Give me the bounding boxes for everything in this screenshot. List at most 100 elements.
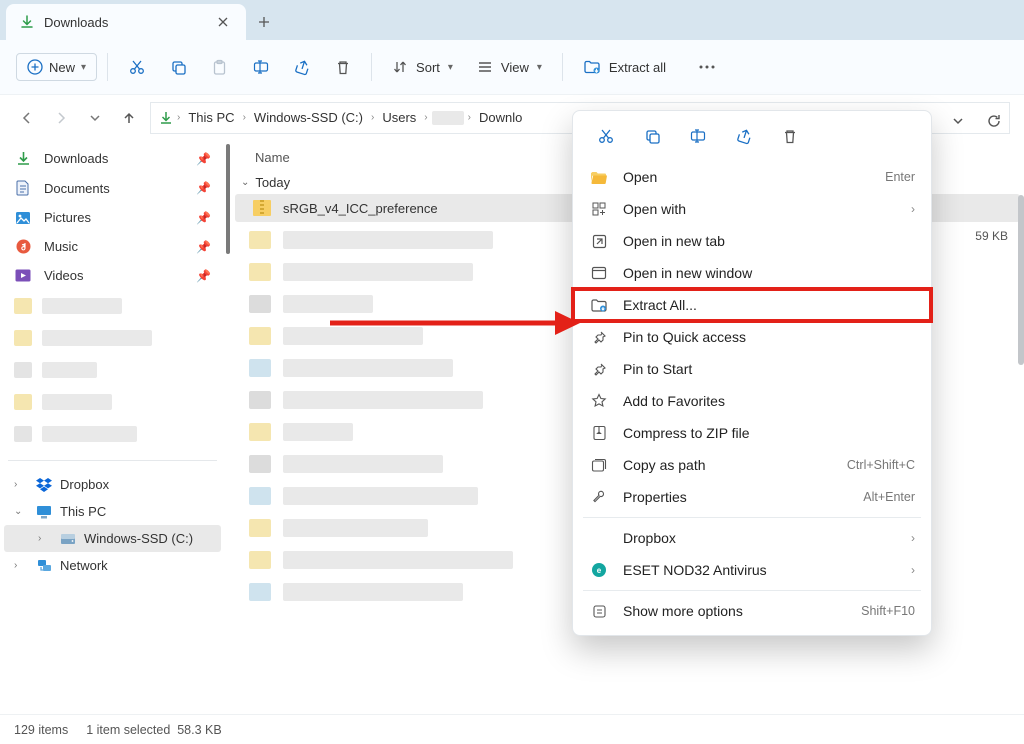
- sort-button[interactable]: Sort ▾: [382, 53, 463, 81]
- chevron-right-icon[interactable]: ›: [38, 533, 52, 544]
- ctx-eset[interactable]: e ESET NOD32 Antivirus ›: [573, 554, 931, 586]
- ctx-open-new-tab[interactable]: Open in new tab: [573, 225, 931, 257]
- chevron-down-icon[interactable]: ⌄: [14, 506, 28, 517]
- view-label: View: [501, 60, 529, 75]
- ctx-copy-button[interactable]: [633, 121, 671, 151]
- plus-circle-icon: [27, 59, 43, 75]
- ctx-shortcut: Shift+F10: [861, 604, 915, 618]
- folder-open-icon: [589, 170, 609, 185]
- chevron-right-icon[interactable]: ›: [424, 112, 427, 123]
- ctx-properties[interactable]: Properties Alt+Enter: [573, 481, 931, 513]
- pin-icon: 📌: [196, 152, 211, 166]
- sidebar-tree-label: This PC: [60, 504, 106, 519]
- chevron-right-icon[interactable]: ›: [14, 560, 28, 571]
- share-button[interactable]: [284, 53, 321, 82]
- chevron-right-icon[interactable]: ›: [14, 479, 28, 490]
- download-arrow-icon: [159, 111, 173, 125]
- ctx-label: Copy as path: [623, 457, 706, 473]
- sidebar-tree-network[interactable]: › Network: [0, 552, 225, 579]
- cut-button[interactable]: [118, 52, 156, 82]
- group-label: Today: [255, 175, 290, 190]
- ctx-open[interactable]: Open Enter: [573, 161, 931, 193]
- open-with-icon: [589, 201, 609, 217]
- ctx-label: ESET NOD32 Antivirus: [623, 562, 767, 578]
- forward-button: [48, 105, 74, 131]
- ellipsis-icon: [698, 64, 716, 70]
- crumb-this-pc[interactable]: This PC: [184, 108, 238, 127]
- recent-button[interactable]: [82, 105, 108, 131]
- tab-title: Downloads: [44, 15, 108, 30]
- ctx-label: Extract All...: [623, 297, 697, 313]
- new-window-icon: [589, 266, 609, 280]
- sidebar-item-pictures[interactable]: Pictures 📌: [0, 203, 225, 232]
- file-size: 59 KB: [975, 229, 1008, 243]
- view-button[interactable]: View ▾: [467, 53, 552, 81]
- ctx-dropbox[interactable]: Dropbox ›: [573, 522, 931, 554]
- sidebar-item-downloads[interactable]: Downloads 📌: [0, 144, 225, 173]
- paste-icon: [211, 59, 228, 76]
- crumb-users[interactable]: Users: [378, 108, 420, 127]
- file-name: sRGB_v4_ICC_preference: [283, 201, 438, 216]
- chevron-right-icon[interactable]: ›: [468, 112, 471, 123]
- context-menu: Open Enter Open with › Open in new tab O…: [572, 110, 932, 636]
- ctx-extract-all[interactable]: Extract All...: [573, 289, 931, 321]
- ctx-pin-start[interactable]: Pin to Start: [573, 353, 931, 385]
- ctx-open-with[interactable]: Open with ›: [573, 193, 931, 225]
- scrollbar-thumb[interactable]: [1018, 195, 1024, 365]
- ctx-compress-zip[interactable]: Compress to ZIP file: [573, 417, 931, 449]
- crumb-downloads[interactable]: Downlo: [475, 108, 526, 127]
- title-bar: Downloads: [0, 0, 1024, 40]
- sidebar-item-label: Pictures: [44, 210, 91, 225]
- chevron-right-icon[interactable]: ›: [243, 112, 246, 123]
- ctx-add-favorites[interactable]: Add to Favorites: [573, 385, 931, 417]
- ctx-open-new-window[interactable]: Open in new window: [573, 257, 931, 289]
- ctx-label: Open in new window: [623, 265, 752, 281]
- new-tab-button[interactable]: [246, 4, 282, 40]
- chevron-right-icon[interactable]: ›: [371, 112, 374, 123]
- status-selected: 1 item selected 58.3 KB: [86, 723, 222, 737]
- sort-icon: [392, 59, 408, 75]
- ctx-label: Dropbox: [623, 530, 676, 546]
- music-icon: [14, 239, 32, 254]
- crumb-drive[interactable]: Windows-SSD (C:): [250, 108, 367, 127]
- toolbar: New ▾ Sort ▾ View ▾ Extract all: [0, 40, 1024, 95]
- extract-icon: [583, 59, 601, 75]
- chevron-down-icon: ▾: [537, 62, 542, 73]
- sidebar-tree-dropbox[interactable]: › Dropbox: [0, 471, 225, 498]
- extract-icon: [589, 298, 609, 313]
- pin-icon: [589, 362, 609, 377]
- more-button[interactable]: [688, 58, 726, 76]
- ctx-label: Open with: [623, 201, 686, 217]
- sort-label: Sort: [416, 60, 440, 75]
- close-tab-button[interactable]: [214, 13, 232, 31]
- ctx-cut-button[interactable]: [587, 121, 625, 151]
- chevron-down-icon: ⌄: [241, 177, 249, 188]
- ctx-delete-button[interactable]: [771, 121, 809, 151]
- sidebar-item-documents[interactable]: Documents 📌: [0, 173, 225, 203]
- tab-downloads[interactable]: Downloads: [6, 4, 246, 40]
- sidebar-item-videos[interactable]: Videos 📌: [0, 261, 225, 290]
- extract-all-button[interactable]: Extract all: [573, 53, 676, 81]
- sidebar-item-music[interactable]: Music 📌: [0, 232, 225, 261]
- divider: [8, 460, 217, 461]
- copy-button[interactable]: [160, 53, 197, 82]
- delete-button[interactable]: [325, 53, 361, 82]
- pin-icon: 📌: [196, 211, 211, 225]
- refresh-button[interactable]: [980, 107, 1008, 135]
- new-button[interactable]: New ▾: [16, 53, 97, 81]
- crumb-user-redacted[interactable]: [432, 111, 464, 125]
- ctx-copy-path[interactable]: Copy as path Ctrl+Shift+C: [573, 449, 931, 481]
- sidebar-redacted: [14, 388, 211, 416]
- sidebar-tree-label: Windows-SSD (C:): [84, 531, 193, 546]
- sidebar-tree-this-pc[interactable]: ⌄ This PC: [0, 498, 225, 525]
- sidebar-tree-drive[interactable]: › Windows-SSD (C:): [4, 525, 221, 552]
- up-button[interactable]: [116, 105, 142, 131]
- ctx-show-more[interactable]: Show more options Shift+F10: [573, 595, 931, 627]
- rename-button[interactable]: [242, 52, 280, 82]
- ctx-share-button[interactable]: [725, 121, 763, 151]
- address-dropdown-button[interactable]: [944, 107, 972, 135]
- ctx-pin-quick[interactable]: Pin to Quick access: [573, 321, 931, 353]
- back-button[interactable]: [14, 105, 40, 131]
- ctx-rename-button[interactable]: [679, 121, 717, 151]
- chevron-right-icon[interactable]: ›: [177, 112, 180, 123]
